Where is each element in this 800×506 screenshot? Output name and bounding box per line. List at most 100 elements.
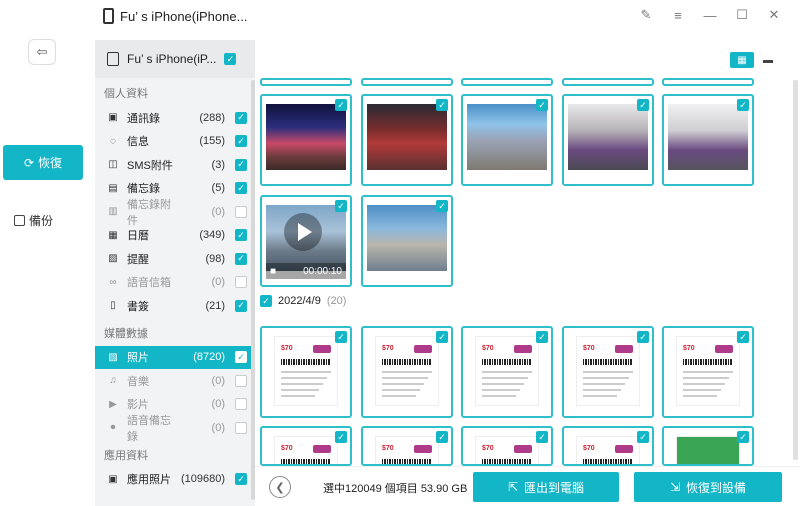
- category-item[interactable]: ▨ 提醒 (98) ✓: [95, 247, 255, 271]
- category-checkbox[interactable]: ✓: [235, 135, 247, 148]
- notes-icon: ▤: [108, 182, 118, 194]
- photo-thumbnail[interactable]: $70 ✓: [662, 326, 754, 418]
- category-checkbox[interactable]: ✓: [235, 252, 247, 265]
- video-thumbnail[interactable]: ■ 00:00:10 ✓: [260, 195, 352, 287]
- category-item[interactable]: ▦ 日曆 (349) ✓: [95, 224, 255, 248]
- receipt-text-line: [382, 389, 420, 391]
- close-icon[interactable]: ✕: [766, 7, 782, 23]
- device-checkbox[interactable]: ✓: [224, 53, 237, 65]
- photo-thumbnail[interactable]: ✓: [461, 94, 553, 186]
- device-row[interactable]: Fu’ s iPhone(iP... ✓: [95, 40, 255, 78]
- receipt-text-line: [683, 377, 729, 379]
- photo-thumbnail[interactable]: $70 ✓: [461, 326, 553, 418]
- photo-thumbnail[interactable]: ✓: [361, 94, 453, 186]
- export-to-computer-button[interactable]: ⇱ 匯出到電腦: [473, 472, 619, 502]
- photo-thumbnail[interactable]: [260, 78, 352, 86]
- photo-thumbnail[interactable]: $70 ✓: [562, 326, 654, 418]
- category-checkbox[interactable]: ✓: [235, 229, 247, 242]
- photo-checkbox[interactable]: ✓: [335, 99, 347, 111]
- photo-checkbox[interactable]: ✓: [737, 99, 749, 111]
- receipt-price: $70: [583, 445, 595, 452]
- photo-checkbox[interactable]: ✓: [335, 200, 347, 212]
- photo-checkbox[interactable]: ✓: [637, 99, 649, 111]
- photo-thumbnail[interactable]: ✓: [662, 426, 754, 466]
- photo-checkbox[interactable]: ✓: [737, 431, 749, 443]
- category-count: (5): [211, 182, 225, 195]
- photo-checkbox[interactable]: ✓: [335, 431, 347, 443]
- category-item[interactable]: ♫ 音樂 (0): [95, 369, 255, 393]
- category-checkbox[interactable]: ✓: [235, 158, 247, 171]
- app-photo-icon: ▣: [108, 473, 118, 485]
- menu-icon[interactable]: ≡: [670, 7, 686, 23]
- photo-thumbnail[interactable]: $70 ✓: [260, 426, 352, 466]
- back-button[interactable]: ⇦: [28, 39, 56, 65]
- photo-thumbnail[interactable]: ✓: [562, 94, 654, 186]
- photo-checkbox[interactable]: ✓: [637, 331, 649, 343]
- minimize-icon[interactable]: —: [702, 7, 718, 23]
- view-toggle: ▦ ▬: [730, 52, 780, 68]
- category-checkbox[interactable]: [235, 205, 247, 218]
- photo-thumbnail[interactable]: $70 ✓: [562, 426, 654, 466]
- receipt-image: $70: [375, 336, 439, 406]
- photo-thumbnail[interactable]: $70 ✓: [260, 326, 352, 418]
- category-checkbox[interactable]: [235, 421, 247, 434]
- category-item[interactable]: ▣ 通訊錄 (288) ✓: [95, 106, 255, 130]
- category-item[interactable]: ▥ 備忘錄附件 (0): [95, 199, 255, 227]
- photo-checkbox[interactable]: ✓: [637, 431, 649, 443]
- photo-thumbnail[interactable]: ✓: [260, 94, 352, 186]
- restore-to-device-button[interactable]: ⇲ 恢復到設備: [634, 472, 782, 502]
- receipt-price: $70: [683, 345, 695, 352]
- category-checkbox[interactable]: [235, 276, 247, 289]
- photo-checkbox[interactable]: ✓: [436, 200, 448, 212]
- category-checkbox[interactable]: ✓: [235, 111, 247, 124]
- maximize-icon[interactable]: ☐: [734, 7, 750, 23]
- category-item[interactable]: ▯ 書簽 (21) ✓: [95, 294, 255, 318]
- receipt-image: $70: [576, 436, 640, 464]
- photo-checkbox[interactable]: ✓: [536, 431, 548, 443]
- barcode: [683, 359, 733, 365]
- category-checkbox[interactable]: ✓: [235, 182, 247, 195]
- photo-checkbox[interactable]: ✓: [436, 99, 448, 111]
- photo-checkbox[interactable]: ✓: [536, 99, 548, 111]
- category-checkbox[interactable]: ✓: [235, 351, 247, 364]
- photo-thumbnail[interactable]: $70 ✓: [361, 326, 453, 418]
- photo-checkbox[interactable]: ✓: [436, 331, 448, 343]
- category-item[interactable]: ▣ 應用照片 (109680) ✓: [95, 468, 255, 492]
- category-item[interactable]: ▤ 備忘錄 (5) ✓: [95, 177, 255, 201]
- list-view-icon[interactable]: ▬: [756, 52, 780, 68]
- photo-thumbnail[interactable]: [562, 78, 654, 86]
- previous-button[interactable]: ❮: [269, 476, 291, 498]
- play-icon[interactable]: [284, 213, 322, 251]
- category-item[interactable]: ◌ 信息 (155) ✓: [95, 130, 255, 154]
- category-item[interactable]: ∞ 語音信箱 (0): [95, 271, 255, 295]
- photo-thumbnail[interactable]: $70 ✓: [361, 426, 453, 466]
- receipt-text-line: [382, 395, 416, 397]
- category-checkbox[interactable]: ✓: [235, 299, 247, 312]
- category-checkbox[interactable]: [235, 398, 247, 411]
- category-checkbox[interactable]: [235, 374, 247, 387]
- category-item[interactable]: ◫ SMS附件 (3) ✓: [95, 153, 255, 177]
- photo-checkbox[interactable]: ✓: [436, 431, 448, 443]
- photo-thumbnail[interactable]: [461, 78, 553, 86]
- photo-checkbox[interactable]: ✓: [536, 331, 548, 343]
- photo-icon: ▧: [108, 351, 118, 363]
- date-group-checkbox[interactable]: ✓: [260, 295, 272, 307]
- nav-backup-button[interactable]: 備份: [14, 212, 53, 229]
- photo-thumbnail[interactable]: [662, 78, 754, 86]
- nav-restore-button[interactable]: ⟳ 恢復: [3, 145, 83, 180]
- category-item[interactable]: ⏺ 語音備忘錄 (0): [95, 415, 255, 443]
- grid-view-icon[interactable]: ▦: [730, 52, 754, 68]
- category-item[interactable]: ▶ 影片 (0): [95, 393, 255, 417]
- feedback-icon[interactable]: ✎: [638, 7, 654, 23]
- photo-thumbnail[interactable]: $70 ✓: [461, 426, 553, 466]
- photo-checkbox[interactable]: ✓: [737, 331, 749, 343]
- photo-thumbnail[interactable]: ✓: [361, 195, 453, 287]
- gallery-scrollbar[interactable]: [793, 80, 798, 460]
- receipt-text-line: [683, 371, 733, 373]
- photo-thumbnail[interactable]: [361, 78, 453, 86]
- photo-thumbnail[interactable]: ✓: [662, 94, 754, 186]
- category-item[interactable]: ▧ 照片 (8720) ✓: [95, 345, 255, 369]
- receipt-image: $70: [375, 436, 439, 464]
- photo-checkbox[interactable]: ✓: [335, 331, 347, 343]
- category-checkbox[interactable]: ✓: [235, 473, 247, 486]
